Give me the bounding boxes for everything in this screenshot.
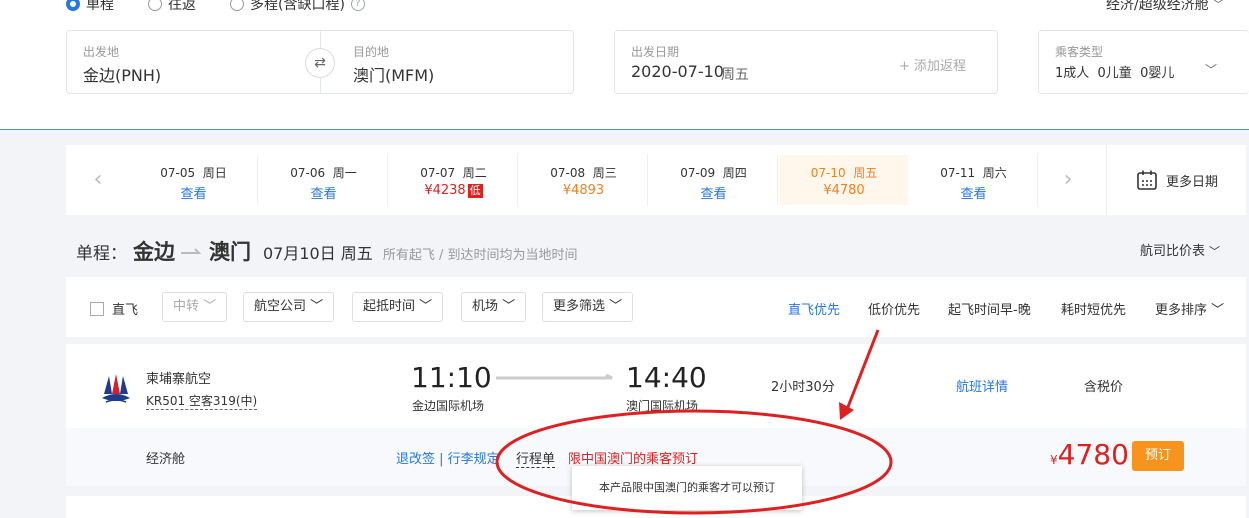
- from-input[interactable]: 金边(PNH): [83, 62, 161, 86]
- chevron-down-icon: ﹀: [1205, 63, 1218, 77]
- passenger-label: 乘客类型: [1055, 45, 1104, 59]
- sort-direct-first[interactable]: 直飞优先: [788, 299, 840, 318]
- departure-airport: 金边国际机场: [412, 399, 485, 413]
- flight-number[interactable]: KR501 空客319(中): [146, 392, 258, 410]
- book-button[interactable]: 预订: [1132, 441, 1184, 471]
- time-filter[interactable]: 起抵时间 ﹀: [352, 292, 444, 322]
- transfer-filter[interactable]: 中转 ﹀: [162, 292, 228, 322]
- radio-icon: [148, 0, 162, 11]
- radio-selected-icon: [66, 0, 80, 11]
- calendar-icon: [1137, 170, 1157, 190]
- date-cell[interactable]: 07-08 周三 ¥4893: [520, 155, 648, 205]
- divider: [1106, 145, 1107, 215]
- route-title: 单程： 金边 澳门 07月10日 周五 所有起飞 / 到达时间均为当地时间: [76, 240, 578, 264]
- to-label: 目的地: [353, 45, 390, 59]
- low-price-badge: 低: [467, 184, 483, 198]
- date-cell-selected[interactable]: 07-10 周五 ¥4780: [780, 155, 908, 205]
- trip-type-oneway[interactable]: 单程: [66, 0, 114, 14]
- airline-name: 柬埔寨航空: [146, 372, 212, 387]
- more-filter[interactable]: 更多筛选 ﹀: [542, 292, 634, 322]
- flight-card: 柬埔寨航空 KR501 空客319(中) 11:10 金边国际机场 14:40 …: [66, 344, 1246, 486]
- date-value: 2020-07-10: [631, 62, 724, 81]
- cabin-name: 经济舱: [146, 452, 186, 467]
- departure-time: 11:10: [411, 361, 492, 394]
- help-icon[interactable]: ?: [350, 0, 365, 11]
- trip-type-roundtrip[interactable]: 往返: [148, 0, 196, 14]
- to-input[interactable]: 澳门(MFM): [353, 62, 434, 86]
- passenger-value: 1成人 0儿童 0婴儿: [1055, 66, 1175, 81]
- tax-included-label: 含税价: [1084, 380, 1124, 395]
- swap-icon[interactable]: ⇄: [305, 48, 335, 78]
- sort-more[interactable]: 更多排序 ﹀: [1155, 299, 1224, 318]
- add-return-button[interactable]: + 添加返程: [899, 55, 966, 74]
- trip-type-multicity[interactable]: 多程(含缺口程) ?: [230, 0, 365, 14]
- date-cell[interactable]: 07-11 周六 查看: [910, 155, 1038, 205]
- restriction-text: 限中国澳门的乘客预订: [568, 452, 699, 467]
- date-cell[interactable]: 07-07 周二 ¥4238 低: [390, 155, 518, 205]
- direct-checkbox[interactable]: 直飞: [90, 299, 138, 318]
- radio-icon: [230, 0, 244, 11]
- date-selector: ‹ 07-05 周日 查看 07-06 周一 查看 07-07 周二 ¥4238…: [66, 145, 1246, 215]
- chevron-down-icon: ﹀: [1209, 245, 1221, 258]
- restriction-tooltip: 本产品限中国澳门的乘客才可以预订: [572, 466, 802, 510]
- sort-low-price[interactable]: 低价优先: [868, 299, 920, 318]
- itinerary-link[interactable]: 行程单: [516, 448, 556, 468]
- flight-details-link[interactable]: 航班详情: [956, 376, 1008, 395]
- date-cell[interactable]: 07-09 周四 查看: [650, 155, 778, 205]
- date-cell[interactable]: 07-06 周一 查看: [260, 155, 388, 205]
- airline-compare-button[interactable]: 航司比价表 ﹀: [1140, 240, 1220, 259]
- sort-short[interactable]: 耗时短优先: [1061, 299, 1126, 318]
- rules-link[interactable]: 退改签 | 行李规定: [396, 448, 500, 467]
- filter-bar: 直飞 中转 ﹀ 航空公司 ﹀ 起抵时间 ﹀ 机场 ﹀ 更多筛选 ﹀ 直飞优先 低…: [66, 277, 1246, 337]
- date-label: 出发日期: [631, 45, 680, 59]
- airport-filter[interactable]: 机场 ﹀: [461, 292, 527, 322]
- from-label: 出发地: [83, 45, 120, 59]
- cabin-class-select[interactable]: 经济/超级经济舱 ﹀: [1106, 0, 1224, 14]
- date-weekday: 周五: [721, 67, 749, 83]
- date-input[interactable]: 出发日期 2020-07-10 周五 + 添加返程: [614, 30, 998, 94]
- price: ¥ 4780: [1050, 438, 1129, 471]
- arrival-time: 14:40: [626, 361, 707, 394]
- passenger-select[interactable]: 乘客类型 1成人 0儿童 0婴儿 ﹀: [1038, 30, 1249, 94]
- airline-filter[interactable]: 航空公司 ﹀: [243, 292, 335, 322]
- airline-logo-icon: [102, 374, 130, 403]
- search-panel: 单程 往返 多程(含缺口程) ? 经济/超级经济舱 ﹀ 出发地 金边(PNH) …: [0, 0, 1249, 130]
- date-price: ¥4238: [424, 183, 466, 198]
- route-input-group: 出发地 金边(PNH) ⇄ 目的地 澳门(MFM): [66, 30, 574, 94]
- date-cell[interactable]: 07-05 周日 查看: [130, 155, 258, 205]
- prev-dates-icon[interactable]: ‹: [78, 160, 118, 200]
- route-arrow-icon: [181, 240, 203, 254]
- flight-line-icon: [496, 374, 613, 380]
- chevron-down-icon: ﹀: [1212, 0, 1224, 11]
- flight-duration: 2小时30分: [771, 380, 835, 395]
- checkbox-icon: [90, 301, 104, 316]
- more-dates-button[interactable]: 更多日期: [1136, 169, 1218, 191]
- arrival-airport: 澳门国际机场: [626, 399, 699, 413]
- sort-early[interactable]: 起飞时间早-晚: [948, 299, 1031, 318]
- next-dates-icon[interactable]: ›: [1048, 160, 1088, 200]
